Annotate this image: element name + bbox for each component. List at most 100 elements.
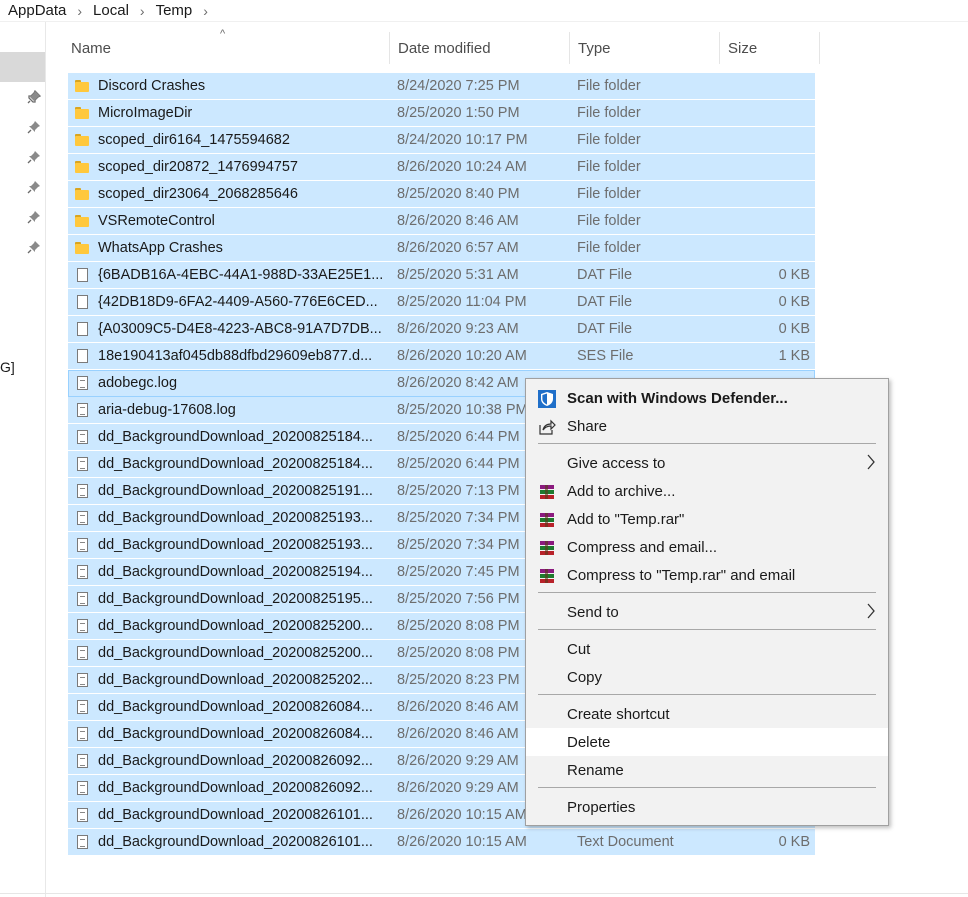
file-size <box>720 181 810 207</box>
file-row[interactable]: 18e190413af045db88dfbd29609eb877.d... 8/2… <box>68 343 815 370</box>
file-size <box>720 100 810 126</box>
menu-item-scan-defender[interactable]: Scan with Windows Defender... <box>526 384 888 412</box>
nav-item-selected[interactable] <box>0 52 45 82</box>
file-name: dd_BackgroundDownload_20200826092... <box>98 780 373 796</box>
pin-icon[interactable] <box>27 90 41 104</box>
file-size <box>720 127 810 153</box>
menu-item-send-to[interactable]: Send to <box>526 598 888 626</box>
menu-item-cut[interactable]: Cut <box>526 635 888 663</box>
winrar-icon <box>538 567 556 585</box>
file-type: DAT File <box>577 294 633 310</box>
pin-icon[interactable] <box>27 120 41 134</box>
file-name: 18e190413af045db88dfbd29609eb877.d... <box>98 348 373 364</box>
menu-separator <box>538 592 876 593</box>
file-name: dd_BackgroundDownload_20200825200... <box>98 645 373 661</box>
file-row[interactable]: {42DB18D9-6FA2-4409-A560-776E6CED... 8/25… <box>68 289 815 316</box>
menu-item-create-shortcut[interactable]: Create shortcut <box>526 700 888 728</box>
file-date-modified: 8/26/2020 10:15 AM <box>397 834 527 850</box>
column-header-type[interactable]: Type <box>570 32 720 64</box>
file-date-modified: 8/24/2020 10:17 PM <box>397 132 528 148</box>
menu-item-delete[interactable]: Delete <box>526 728 888 756</box>
pin-icon[interactable] <box>27 180 41 194</box>
pin-icon[interactable] <box>27 210 41 224</box>
nav-item-truncated[interactable]: G] <box>0 359 15 375</box>
file-row[interactable]: WhatsApp Crashes 8/26/2020 6:57 AM File fo… <box>68 235 815 262</box>
file-row[interactable]: Discord Crashes 8/24/2020 7:25 PM File fol… <box>68 73 815 100</box>
file-row[interactable]: scoped_dir23064_2068285646 8/25/2020 8:40… <box>68 181 815 208</box>
text-file-icon <box>74 613 90 639</box>
file-row[interactable]: dd_BackgroundDownload_20200826101... 8/26… <box>68 829 815 856</box>
menu-item-copy[interactable]: Copy <box>526 663 888 691</box>
folder-icon <box>74 127 90 153</box>
menu-item-rename[interactable]: Rename <box>526 756 888 784</box>
file-type: File folder <box>577 240 641 256</box>
file-name: scoped_dir20872_1476994757 <box>98 159 298 175</box>
file-icon <box>74 343 90 369</box>
file-name: WhatsApp Crashes <box>98 240 223 256</box>
file-name: dd_BackgroundDownload_20200825202... <box>98 672 373 688</box>
folder-icon <box>74 154 90 180</box>
file-size <box>720 235 810 261</box>
file-name: dd_BackgroundDownload_20200825200... <box>98 618 373 634</box>
column-header-name-label: Name <box>71 39 112 57</box>
file-row[interactable]: MicroImageDir 8/25/2020 1:50 PM File folde… <box>68 100 815 127</box>
file-size: 0 KB <box>778 294 810 310</box>
chevron-right-icon[interactable]: › <box>68 3 91 19</box>
file-type: DAT File <box>577 267 633 283</box>
text-file-icon <box>74 559 90 585</box>
column-header-size[interactable]: Size <box>720 32 820 64</box>
file-name: scoped_dir6164_1475594682 <box>98 132 290 148</box>
file-name: dd_BackgroundDownload_20200826084... <box>98 699 373 715</box>
column-header-type-label: Type <box>578 39 611 57</box>
breadcrumb: AppData › Local › Temp › <box>0 0 968 22</box>
menu-item-share[interactable]: Share <box>526 412 888 440</box>
text-file-icon <box>74 424 90 450</box>
folder-icon <box>74 181 90 207</box>
text-file-icon <box>74 505 90 531</box>
file-row[interactable]: {A03009C5-D4E8-4223-ABC8-91A7D7DB... 8/26… <box>68 316 815 343</box>
file-size <box>720 154 810 180</box>
menu-item-give-access[interactable]: Give access to <box>526 449 888 477</box>
file-size: 0 KB <box>778 321 810 337</box>
pin-icon[interactable] <box>27 150 41 164</box>
context-menu: Scan with Windows Defender... Share Give… <box>525 378 889 826</box>
text-file-icon <box>74 586 90 612</box>
file-type: DAT File <box>577 321 633 337</box>
menu-item-add-to-temp-rar[interactable]: Add to "Temp.rar" <box>526 505 888 533</box>
file-type: SES File <box>577 348 634 364</box>
winrar-icon <box>538 511 556 529</box>
menu-separator <box>538 787 876 788</box>
file-name: dd_BackgroundDownload_20200825184... <box>98 429 373 445</box>
file-row[interactable]: scoped_dir20872_1476994757 8/26/2020 10:2… <box>68 154 815 181</box>
sort-ascending-icon: ^ <box>220 28 226 40</box>
menu-item-properties[interactable]: Properties <box>526 793 888 821</box>
file-type: File folder <box>577 186 641 202</box>
file-name: MicroImageDir <box>98 105 193 121</box>
chevron-right-icon[interactable]: › <box>131 3 154 19</box>
menu-item-add-to-archive[interactable]: Add to archive... <box>526 477 888 505</box>
column-header-name[interactable]: Name ^ <box>68 28 390 64</box>
file-name: adobegc.log <box>98 375 178 391</box>
file-row[interactable]: VSRemoteControl 8/26/2020 8:46 AM File fol… <box>68 208 815 235</box>
breadcrumb-temp[interactable]: Temp <box>154 2 195 19</box>
menu-item-compress-and-email[interactable]: Compress and email... <box>526 533 888 561</box>
file-size <box>720 73 810 99</box>
file-row[interactable]: scoped_dir6164_1475594682 8/24/2020 10:17… <box>68 127 815 154</box>
file-row[interactable]: {6BADB16A-4EBC-44A1-988D-33AE25E1... 8/25… <box>68 262 815 289</box>
column-header-date[interactable]: Date modified <box>390 32 570 64</box>
share-icon <box>538 418 556 436</box>
menu-separator <box>538 629 876 630</box>
chevron-right-icon[interactable]: › <box>194 3 217 19</box>
text-file-icon <box>74 694 90 720</box>
menu-item-compress-temp-rar-email[interactable]: Compress to "Temp.rar" and email <box>526 561 888 589</box>
file-date-modified: 8/25/2020 11:04 PM <box>397 294 527 310</box>
file-name: VSRemoteControl <box>98 213 215 229</box>
file-name: dd_BackgroundDownload_20200825193... <box>98 510 373 526</box>
file-date-modified: 8/25/2020 5:31 AM <box>397 267 519 283</box>
breadcrumb-local[interactable]: Local <box>91 2 131 19</box>
navigation-pane: G] <box>0 22 46 897</box>
pin-icon[interactable] <box>27 240 41 254</box>
breadcrumb-appdata[interactable]: AppData <box>6 2 68 19</box>
file-date-modified: 8/25/2020 8:40 PM <box>397 186 520 202</box>
file-date-modified: 8/26/2020 10:20 AM <box>397 348 527 364</box>
